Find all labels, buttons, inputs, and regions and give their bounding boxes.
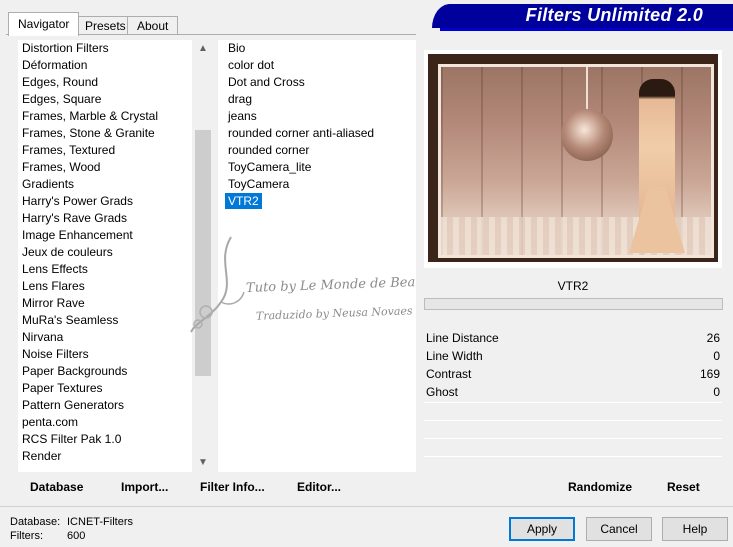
category-item[interactable]: Edges, Round <box>18 74 192 91</box>
right-button-bar: Randomize Reset <box>424 474 722 500</box>
param-ghost[interactable]: Ghost 0 <box>426 383 720 401</box>
param-line-distance[interactable]: Line Distance 26 <box>426 329 720 347</box>
scroll-down-icon[interactable]: ▼ <box>194 454 212 472</box>
category-item[interactable]: penta.com <box>18 414 192 431</box>
category-item[interactable]: Frames, Marble & Crystal <box>18 108 192 125</box>
filter-item[interactable]: Dot and Cross <box>218 74 416 91</box>
scroll-up-icon[interactable]: ▲ <box>194 40 212 58</box>
category-item[interactable]: Lens Effects <box>18 261 192 278</box>
app-title: Filters Unlimited 2.0 <box>525 5 703 25</box>
tab-bar: Navigator Presets About <box>0 0 420 36</box>
category-item[interactable]: Lens Flares <box>18 278 192 295</box>
param-line-width[interactable]: Line Width 0 <box>426 347 720 365</box>
tab-navigator[interactable]: Navigator <box>8 12 80 36</box>
left-button-bar: Database Import... Filter Info... Editor… <box>10 474 416 500</box>
apply-button[interactable]: Apply <box>509 517 575 541</box>
category-item[interactable]: Render <box>18 448 192 465</box>
header-stripe <box>440 28 733 31</box>
import-button[interactable]: Import... <box>121 480 168 494</box>
category-item[interactable]: Paper Textures <box>18 380 192 397</box>
category-list[interactable]: Distortion Filters Déformation Edges, Roun… <box>18 40 192 472</box>
category-item[interactable]: Image Enhancement <box>18 227 192 244</box>
filter-item[interactable]: drag <box>218 91 416 108</box>
database-value: ICNET-Filters <box>67 516 133 528</box>
category-item[interactable]: Distortion Filters <box>18 40 192 57</box>
category-item[interactable]: RCS Filter Pak 1.0 <box>18 431 192 448</box>
category-item[interactable]: Pattern Generators <box>18 397 192 414</box>
randomize-button[interactable]: Randomize <box>568 480 632 494</box>
category-scrollbar[interactable]: ▲ ▼ <box>194 40 212 472</box>
category-item[interactable]: Gradients <box>18 176 192 193</box>
filters-label: Filters: <box>10 530 43 542</box>
app-header: Filters Unlimited 2.0 <box>432 4 733 28</box>
database-button[interactable]: Database <box>30 480 83 494</box>
category-item[interactable]: MuRa's Seamless <box>18 312 192 329</box>
parameter-panel: Line Distance 26 Line Width 0 Contrast 169 … <box>424 312 722 472</box>
category-item[interactable]: Frames, Textured <box>18 142 192 159</box>
filter-item[interactable]: rounded corner anti-aliased <box>218 125 416 142</box>
filter-item[interactable]: ToyCamera_lite <box>218 159 416 176</box>
progress-bar <box>424 298 723 310</box>
filter-item[interactable]: ToyCamera <box>218 176 416 193</box>
param-contrast[interactable]: Contrast 169 <box>426 365 720 383</box>
filter-item[interactable]: color dot <box>218 57 416 74</box>
preview-image <box>424 50 722 268</box>
category-item[interactable]: Harry's Power Grads <box>18 193 192 210</box>
reset-button[interactable]: Reset <box>667 480 700 494</box>
filter-info-button[interactable]: Filter Info... <box>200 480 265 494</box>
category-item[interactable]: Paper Backgrounds <box>18 363 192 380</box>
database-label: Database: <box>10 516 61 528</box>
cancel-button[interactable]: Cancel <box>586 517 652 541</box>
scroll-thumb[interactable] <box>195 130 211 376</box>
editor-button[interactable]: Editor... <box>297 480 341 494</box>
category-item[interactable]: Harry's Rave Grads <box>18 210 192 227</box>
category-item[interactable]: Nirvana <box>18 329 192 346</box>
category-item[interactable]: Jeux de couleurs <box>18 244 192 261</box>
filter-list[interactable]: Bio color dot Dot and Cross drag jeans rounde… <box>218 40 416 472</box>
category-item[interactable]: Déformation <box>18 57 192 74</box>
filter-item[interactable]: Bio <box>218 40 416 57</box>
filter-item[interactable]: jeans <box>218 108 416 125</box>
filter-item[interactable]: VTR2 <box>218 193 416 210</box>
help-button[interactable]: Help <box>662 517 728 541</box>
category-item[interactable]: Frames, Stone & Granite <box>18 125 192 142</box>
category-item[interactable]: Frames, Wood <box>18 159 192 176</box>
category-item[interactable]: Noise Filters <box>18 346 192 363</box>
category-item[interactable]: Edges, Square <box>18 91 192 108</box>
filter-item[interactable]: rounded corner <box>218 142 416 159</box>
tab-about[interactable]: About <box>127 16 179 35</box>
filter-name-display: VTR2 <box>424 274 722 298</box>
filters-count: 600 <box>67 530 86 542</box>
category-item[interactable]: Mirror Rave <box>18 295 192 312</box>
ornament-ball <box>561 109 613 161</box>
